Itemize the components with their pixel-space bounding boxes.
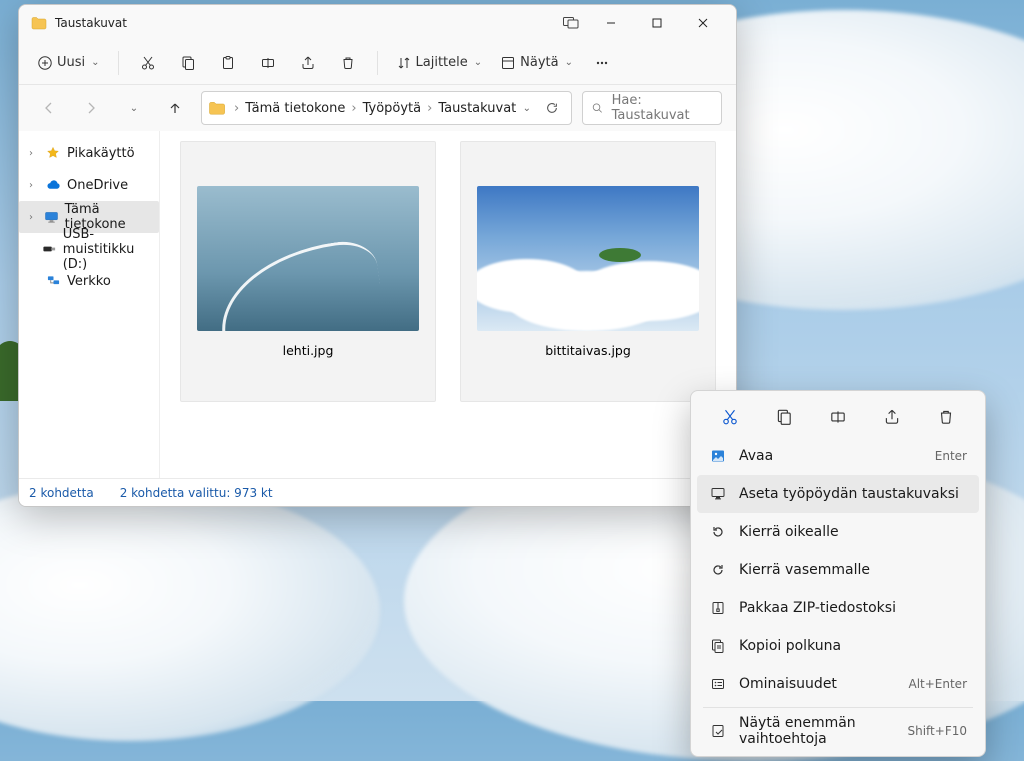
file-grid[interactable]: lehti.jpg bittitaivas.jpg [160,131,736,478]
sidebar-item-label: USB-muistitikku (D:) [63,227,151,272]
ctx-share-button[interactable] [873,401,911,433]
sidebar-item-onedrive[interactable]: › OneDrive [19,169,159,201]
cut-button[interactable] [131,46,165,80]
chevron-down-icon[interactable]: ⌄ [523,103,531,114]
copy-button[interactable] [171,46,205,80]
ctx-delete-button[interactable] [927,401,965,433]
breadcrumb-item[interactable]: Tämä tietokone [241,101,349,116]
ctx-set-wallpaper[interactable]: Aseta työpöydän taustakuvaksi [697,475,979,513]
sidebar-item-label: Verkko [67,274,111,289]
search-box[interactable]: Hae: Taustakuvat [582,91,722,125]
breadcrumb-item[interactable]: Taustakuvat [434,101,520,116]
maximize-button[interactable] [634,5,680,41]
view-button[interactable]: Näytä ⌄ [494,46,579,80]
sort-icon [396,55,412,71]
ctx-show-more[interactable]: Näytä enemmän vaihtoehtoja Shift+F10 [697,712,979,750]
context-menu: Avaa Enter Aseta työpöydän taustakuvaksi… [690,390,986,757]
rotate-right-icon [709,524,727,540]
ctx-rotate-left[interactable]: Kierrä vasemmalle [697,551,979,589]
ctx-open[interactable]: Avaa Enter [697,437,979,475]
context-icon-row [697,397,979,437]
tabs-button[interactable] [554,5,588,41]
network-icon [45,275,61,288]
sidebar: › Pikakäyttö › OneDrive › Tämä tietokone… [19,131,160,478]
sidebar-item-quickaccess[interactable]: › Pikakäyttö [19,137,159,169]
properties-icon [709,676,727,692]
window-title: Taustakuvat [55,16,127,30]
ctx-copy-path[interactable]: Kopioi polkuna [697,627,979,665]
status-selection: 2 kohdetta valittu: 973 kt [120,486,273,500]
delete-button[interactable] [331,46,365,80]
chevron-down-icon: ⌄ [474,57,482,68]
new-button[interactable]: Uusi ⌄ [31,46,106,80]
chevron-down-icon: ⌄ [565,57,573,68]
back-button[interactable] [33,92,65,124]
sort-button[interactable]: Lajittele ⌄ [390,46,489,80]
search-placeholder: Hae: Taustakuvat [612,93,713,123]
view-icon [500,55,516,71]
file-preview [477,186,699,331]
zip-icon [709,600,727,616]
breadcrumb-item[interactable]: Työpöytä [359,101,426,116]
folder-icon [208,100,226,116]
chevron-right-icon: › [29,212,38,223]
forward-button[interactable] [75,92,107,124]
status-count: 2 kohdetta [29,486,94,500]
minimize-button[interactable] [588,5,634,41]
titlebar[interactable]: Taustakuvat [19,5,736,41]
file-preview [197,186,419,331]
file-thumbnail[interactable]: lehti.jpg [180,141,436,402]
file-thumbnail[interactable]: bittitaivas.jpg [460,141,716,402]
ellipsis-icon [594,55,610,71]
refresh-button[interactable] [545,101,559,115]
file-name: bittitaivas.jpg [545,343,631,358]
folder-icon [31,16,47,30]
rotate-left-icon [709,562,727,578]
status-bar: 2 kohdetta 2 kohdetta valittu: 973 kt [19,478,736,506]
ctx-rotate-right[interactable]: Kierrä oikealle [697,513,979,551]
plus-circle-icon [37,55,53,71]
sidebar-item-usb[interactable]: USB-muistitikku (D:) [19,233,159,265]
chevron-down-icon: ⌄ [91,57,99,68]
search-icon [591,101,604,115]
desktop-icon [709,486,727,502]
rename-button[interactable] [251,46,285,80]
copy-path-icon [709,638,727,654]
paste-button[interactable] [211,46,245,80]
ctx-compress-zip[interactable]: Pakkaa ZIP-tiedostoksi [697,589,979,627]
sidebar-item-label: OneDrive [67,178,128,193]
history-dropdown[interactable]: ⌄ [117,92,149,124]
image-icon [709,448,727,464]
more-button[interactable] [585,46,619,80]
ctx-rename-button[interactable] [819,401,857,433]
chevron-right-icon: › [29,180,39,191]
ctx-properties[interactable]: Ominaisuudet Alt+Enter [697,665,979,703]
cloud-icon [45,179,61,191]
file-name: lehti.jpg [283,343,334,358]
up-button[interactable] [159,92,191,124]
close-button[interactable] [680,5,726,41]
ctx-copy-button[interactable] [765,401,803,433]
usb-icon [42,244,57,254]
ctx-cut-button[interactable] [711,401,749,433]
star-icon [45,146,61,160]
chevron-right-icon: › [29,148,39,159]
more-options-icon [709,723,727,739]
monitor-icon [44,211,59,224]
share-button[interactable] [291,46,325,80]
sidebar-item-label: Pikakäyttö [67,146,135,161]
toolbar: Uusi ⌄ Lajittele ⌄ Näytä ⌄ [19,41,736,85]
file-explorer-window: Taustakuvat Uusi ⌄ [18,4,737,507]
address-row: ⌄ › Tämä tietokone › Työpöytä › Taustaku… [19,85,736,131]
address-bar[interactable]: › Tämä tietokone › Työpöytä › Taustakuva… [201,91,572,125]
